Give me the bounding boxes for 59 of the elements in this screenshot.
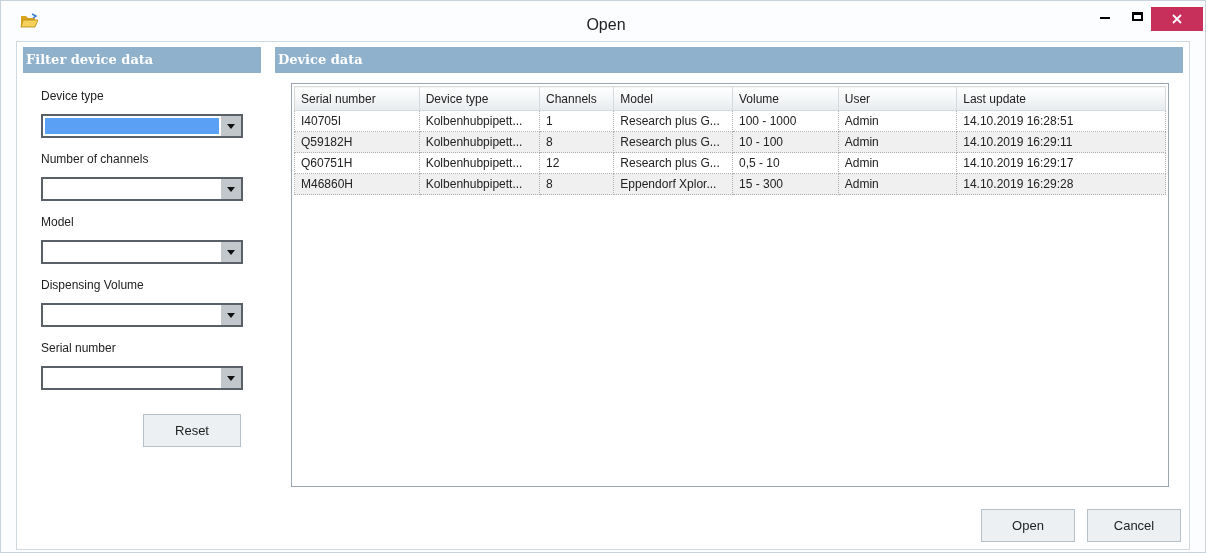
table-cell: Kolbenhubpipett...	[419, 110, 540, 132]
column-header[interactable]: Serial number	[294, 86, 420, 111]
table-cell: Research plus G...	[613, 131, 733, 153]
field-label: Serial number	[41, 340, 117, 357]
table-cell: Eppendorf Xplor...	[613, 173, 733, 195]
table-cell: Kolbenhubpipett...	[419, 173, 540, 195]
table-cell: 1	[539, 110, 614, 132]
panel-header: Device data	[275, 47, 1183, 73]
field-label: Model	[41, 214, 75, 231]
table-cell: 100 - 1000	[732, 110, 839, 132]
dropdown-arrow-icon	[227, 123, 235, 129]
table-cell: 15 - 300	[732, 173, 839, 195]
table-cell: Q60751H	[294, 152, 420, 174]
table-cell: M46860H	[294, 173, 420, 195]
table-cell: Admin	[838, 131, 957, 153]
table-cell: 8	[539, 173, 614, 195]
dropdown-arrow-icon	[227, 249, 235, 255]
table-cell: 10 - 100	[732, 131, 839, 153]
dropdown[interactable]	[41, 366, 243, 390]
dropdown-arrow-icon	[227, 312, 235, 318]
dropdown[interactable]	[41, 303, 243, 327]
table-cell: 12	[539, 152, 614, 174]
table-cell: Kolbenhubpipett...	[419, 152, 540, 174]
panel-header: Filter device data	[23, 47, 261, 73]
close-button[interactable]	[1151, 7, 1203, 31]
table-cell: Admin	[838, 110, 957, 132]
folder-icon	[20, 13, 38, 29]
close-icon	[1172, 14, 1182, 24]
window-title: Open	[585, 15, 627, 35]
column-header[interactable]: Volume	[732, 86, 839, 111]
table-cell: 14.10.2019 16:28:51	[956, 110, 1166, 132]
cancel-button[interactable]: Cancel	[1087, 509, 1181, 542]
column-header[interactable]: Last update	[956, 86, 1166, 111]
table-cell: Q59182H	[294, 131, 420, 153]
column-header[interactable]: Model	[613, 86, 733, 111]
dropdown-arrow-icon	[227, 186, 235, 192]
table-cell: 14.10.2019 16:29:28	[956, 173, 1166, 195]
table-cell: Research plus G...	[613, 110, 733, 132]
dropdown-arrow-icon	[227, 375, 235, 381]
field-label: Number of channels	[41, 151, 150, 168]
table-cell: 14.10.2019 16:29:17	[956, 152, 1166, 174]
column-header[interactable]: Device type	[419, 86, 540, 111]
open-button[interactable]: Open	[981, 509, 1075, 542]
field-label: Device type	[41, 88, 105, 105]
table-cell: 0,5 - 10	[732, 152, 839, 174]
table-cell: 14.10.2019 16:29:11	[956, 131, 1166, 153]
dropdown[interactable]	[41, 114, 243, 138]
dropdown[interactable]	[41, 240, 243, 264]
table-cell: Admin	[838, 152, 957, 174]
table-cell: 8	[539, 131, 614, 153]
table-cell: Kolbenhubpipett...	[419, 131, 540, 153]
reset-button[interactable]: Reset	[143, 414, 241, 447]
field-label: Dispensing Volume	[41, 277, 145, 294]
column-header[interactable]: Channels	[539, 86, 614, 111]
table-cell: I40705I	[294, 110, 420, 132]
table-cell: Admin	[838, 173, 957, 195]
table-cell: Research plus G...	[613, 152, 733, 174]
column-header[interactable]: User	[838, 86, 957, 111]
dropdown[interactable]	[41, 177, 243, 201]
